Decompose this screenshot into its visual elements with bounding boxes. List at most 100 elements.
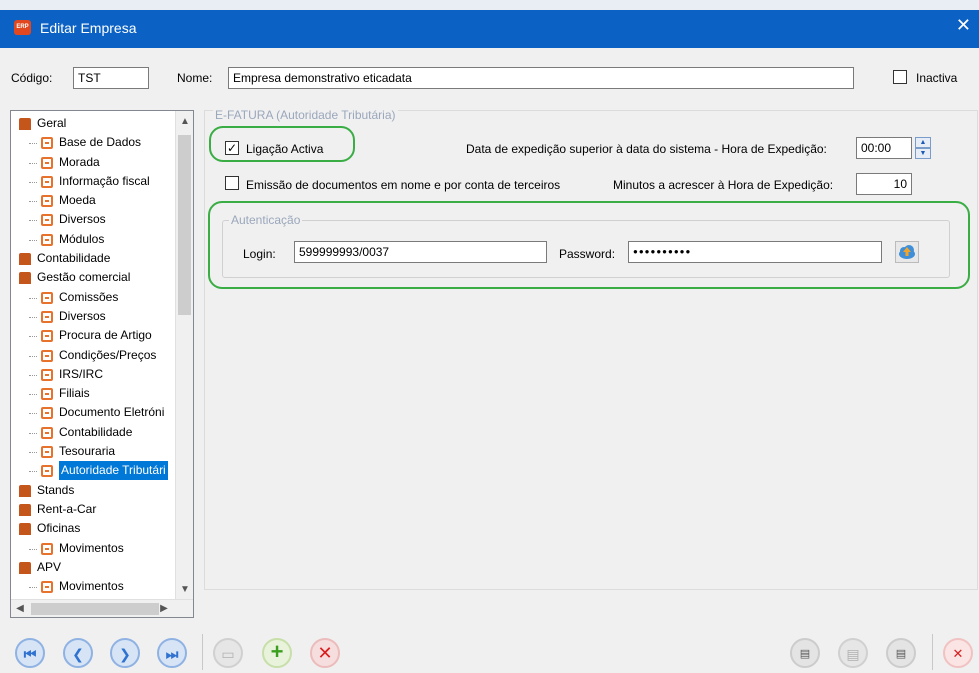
tree-item-label: Movimentos bbox=[59, 540, 124, 555]
delete-button[interactable]: ✕ bbox=[310, 638, 340, 668]
tree-item[interactable]: APV bbox=[11, 558, 175, 577]
exit-button[interactable]: ✕ bbox=[943, 638, 973, 668]
login-field[interactable]: 599999993/0037 bbox=[294, 241, 547, 263]
tree-item-label: Geral bbox=[37, 116, 67, 130]
password-label: Password: bbox=[559, 247, 616, 261]
last-record-button[interactable]: ⏭ bbox=[157, 638, 187, 668]
tree-connector bbox=[29, 201, 37, 203]
scroll-down-icon[interactable]: ▼ bbox=[176, 581, 193, 599]
scroll-up-icon[interactable]: ▲ bbox=[176, 113, 193, 131]
toolbar-separator bbox=[202, 634, 203, 670]
tree-item[interactable]: Tesouraria bbox=[11, 442, 175, 461]
folder-icon bbox=[19, 118, 31, 130]
inactiva-checkbox[interactable] bbox=[893, 70, 907, 84]
tree-vertical-scrollbar[interactable]: ▲ ▼ bbox=[175, 111, 193, 599]
tree-item[interactable]: Oficinas bbox=[11, 519, 175, 538]
tree-item-label: Procura de Artigo bbox=[59, 328, 152, 343]
options-button[interactable]: ▤ bbox=[886, 638, 916, 668]
hora-spinner[interactable]: ▲ ▼ bbox=[915, 137, 931, 159]
spin-up-icon[interactable]: ▲ bbox=[915, 137, 931, 148]
tree-item-label: Gestão comercial bbox=[37, 270, 131, 285]
scroll-left-icon[interactable]: ◀ bbox=[11, 600, 29, 617]
folder-icon bbox=[19, 523, 31, 536]
inactiva-label: Inactiva bbox=[916, 71, 958, 85]
tree-item-label: Comissões bbox=[59, 289, 119, 304]
folder-icon bbox=[19, 272, 31, 285]
password-field[interactable]: ●●●●●●●●●● bbox=[628, 241, 882, 263]
tree-item[interactable]: Procura de Artigo bbox=[11, 326, 175, 345]
spin-down-icon[interactable]: ▼ bbox=[915, 148, 931, 159]
save-button[interactable]: ▭ bbox=[213, 638, 243, 668]
page-icon bbox=[41, 137, 53, 150]
tree-item[interactable]: Morada bbox=[11, 153, 175, 172]
window-title: Editar Empresa bbox=[40, 20, 137, 36]
toolbar-separator bbox=[932, 634, 933, 670]
print-button[interactable]: ▤ bbox=[838, 638, 868, 668]
tree-connector bbox=[29, 355, 37, 357]
expedicao-label: Data de expedição superior à data do sis… bbox=[466, 142, 827, 156]
export-button[interactable]: ▤ bbox=[790, 638, 820, 668]
close-icon[interactable]: ✕ bbox=[956, 15, 971, 36]
tree-item[interactable]: Contabilidade bbox=[11, 249, 175, 268]
tree-item[interactable]: Documento Eletróni bbox=[11, 403, 175, 422]
bottom-toolbar: ⏮ ❮ ❯ ⏭ ▭ + ✕ ▤ ▤ ▤ ✕ bbox=[0, 626, 979, 673]
folder-icon bbox=[19, 503, 31, 516]
tree-item[interactable]: Módulos bbox=[11, 230, 175, 249]
tree-connector bbox=[29, 239, 37, 241]
tree-connector bbox=[29, 316, 37, 318]
tree-item-label: APV bbox=[37, 559, 62, 574]
login-label: Login: bbox=[243, 247, 276, 261]
tree-item-label: Diversos bbox=[59, 212, 106, 227]
horizontal-scroll-thumb[interactable] bbox=[31, 603, 159, 615]
tree-item[interactable]: Filiais bbox=[11, 384, 175, 403]
page-icon bbox=[41, 195, 53, 208]
tree-item[interactable]: Autoridade Tributári bbox=[11, 461, 175, 481]
tree-item-label: Oficinas bbox=[37, 521, 81, 536]
tree-connector bbox=[29, 471, 37, 473]
autenticacao-group-title: Autenticação bbox=[229, 213, 303, 227]
tree-item[interactable]: Diversos bbox=[11, 210, 175, 229]
tree-items: Geral Base de Dados Morada Informação fisca… bbox=[11, 114, 175, 596]
page-icon bbox=[41, 330, 53, 343]
codigo-field[interactable]: TST bbox=[73, 67, 149, 89]
page-icon bbox=[41, 581, 53, 594]
tree-item[interactable]: Moeda bbox=[11, 191, 175, 210]
scroll-right-icon[interactable]: ▶ bbox=[155, 600, 173, 617]
previous-record-button[interactable]: ❮ bbox=[63, 638, 93, 668]
tree-connector bbox=[29, 452, 37, 454]
folder-icon bbox=[19, 253, 31, 266]
add-button[interactable]: + bbox=[262, 638, 292, 668]
tree-item-label: Movimentos bbox=[59, 579, 124, 594]
minutos-field[interactable]: 10 bbox=[856, 173, 912, 195]
ligacao-activa-checkbox[interactable]: ✓ bbox=[225, 141, 239, 155]
ligacao-activa-label: Ligação Activa bbox=[246, 142, 324, 156]
emissao-terceiros-checkbox[interactable] bbox=[225, 176, 239, 190]
tree-item[interactable]: Rent-a-Car bbox=[11, 500, 175, 519]
tree-item[interactable]: Informação fiscal bbox=[11, 172, 175, 191]
tree-horizontal-scrollbar[interactable]: ◀ ▶ bbox=[11, 599, 193, 617]
tree-item[interactable]: Base de Dados bbox=[11, 133, 175, 152]
tree-item[interactable]: Contabilidade bbox=[11, 423, 175, 442]
cloud-upload-button[interactable] bbox=[895, 241, 919, 263]
tree-item[interactable]: IRS/IRC bbox=[11, 365, 175, 384]
tree-item[interactable]: Movimentos bbox=[11, 577, 175, 596]
navigation-tree[interactable]: Geral Base de Dados Morada Informação fisca… bbox=[10, 110, 194, 618]
tree-connector bbox=[29, 413, 37, 415]
tree-item-label: Rent-a-Car bbox=[37, 501, 97, 516]
tree-item[interactable]: Stands bbox=[11, 481, 175, 500]
tree-item[interactable]: Gestão comercial bbox=[11, 268, 175, 287]
tree-connector bbox=[29, 336, 37, 338]
folder-icon bbox=[19, 561, 31, 574]
page-icon bbox=[41, 407, 53, 420]
tree-item[interactable]: Diversos bbox=[11, 307, 175, 326]
tree-item[interactable]: Condições/Preços bbox=[11, 346, 175, 365]
hora-expedicao-field[interactable]: 00:00 bbox=[856, 137, 912, 159]
tree-item[interactable]: Comissões bbox=[11, 288, 175, 307]
page-icon bbox=[41, 426, 53, 439]
vertical-scroll-thumb[interactable] bbox=[178, 135, 191, 315]
first-record-button[interactable]: ⏮ bbox=[15, 638, 45, 668]
nome-field[interactable]: Empresa demonstrativo eticadata bbox=[228, 67, 854, 89]
tree-item[interactable]: Movimentos bbox=[11, 539, 175, 558]
next-record-button[interactable]: ❯ bbox=[110, 638, 140, 668]
tree-item[interactable]: Geral bbox=[11, 114, 175, 133]
